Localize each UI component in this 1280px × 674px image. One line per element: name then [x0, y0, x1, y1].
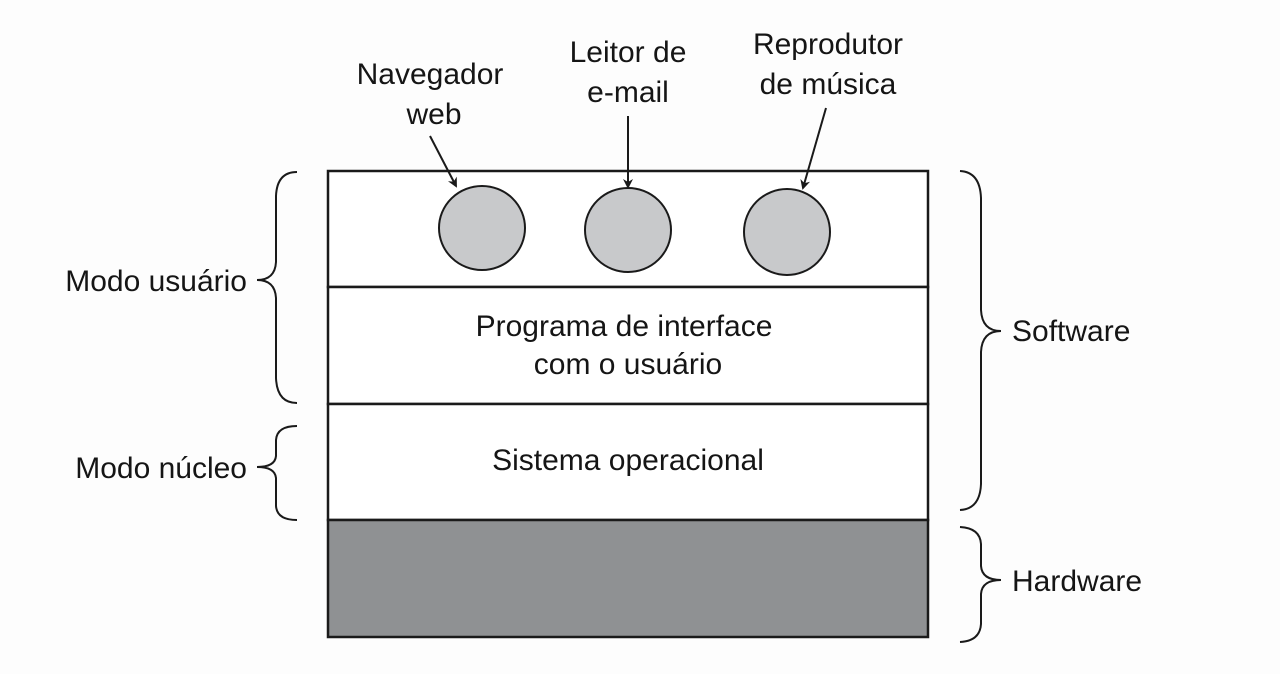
ui-program-label-line2: com o usuário: [534, 348, 722, 381]
email-circle: [584, 187, 672, 273]
email-label-line1: Leitor de: [570, 36, 687, 69]
email-label-line2: e-mail: [587, 76, 669, 109]
hardware-layer: [326, 518, 930, 639]
hardware-brace: [959, 526, 1002, 643]
music-player-label-line2: de música: [760, 68, 897, 101]
music-player-label-line1: Reprodutor: [753, 28, 903, 61]
os-layers-diagram: Navegador web Leitor de e-mail Reproduto…: [65, 28, 1142, 643]
os-label: Sistema operacional: [492, 444, 764, 477]
ui-program-layer: [326, 285, 930, 406]
ui-program-label-line1: Programa de interface: [476, 310, 773, 343]
software-label: Software: [1012, 315, 1130, 348]
music-player-circle: [743, 188, 831, 276]
browser-label-line2: web: [405, 98, 461, 131]
browser-circle: [438, 185, 526, 271]
user-mode-brace: [256, 171, 298, 404]
hardware-label: Hardware: [1012, 565, 1142, 598]
user-mode-label: Modo usuário: [65, 265, 247, 298]
kernel-mode-brace: [256, 425, 298, 521]
browser-label-line1: Navegador: [357, 58, 504, 91]
kernel-mode-label: Modo núcleo: [75, 452, 247, 485]
software-brace: [959, 170, 1002, 511]
